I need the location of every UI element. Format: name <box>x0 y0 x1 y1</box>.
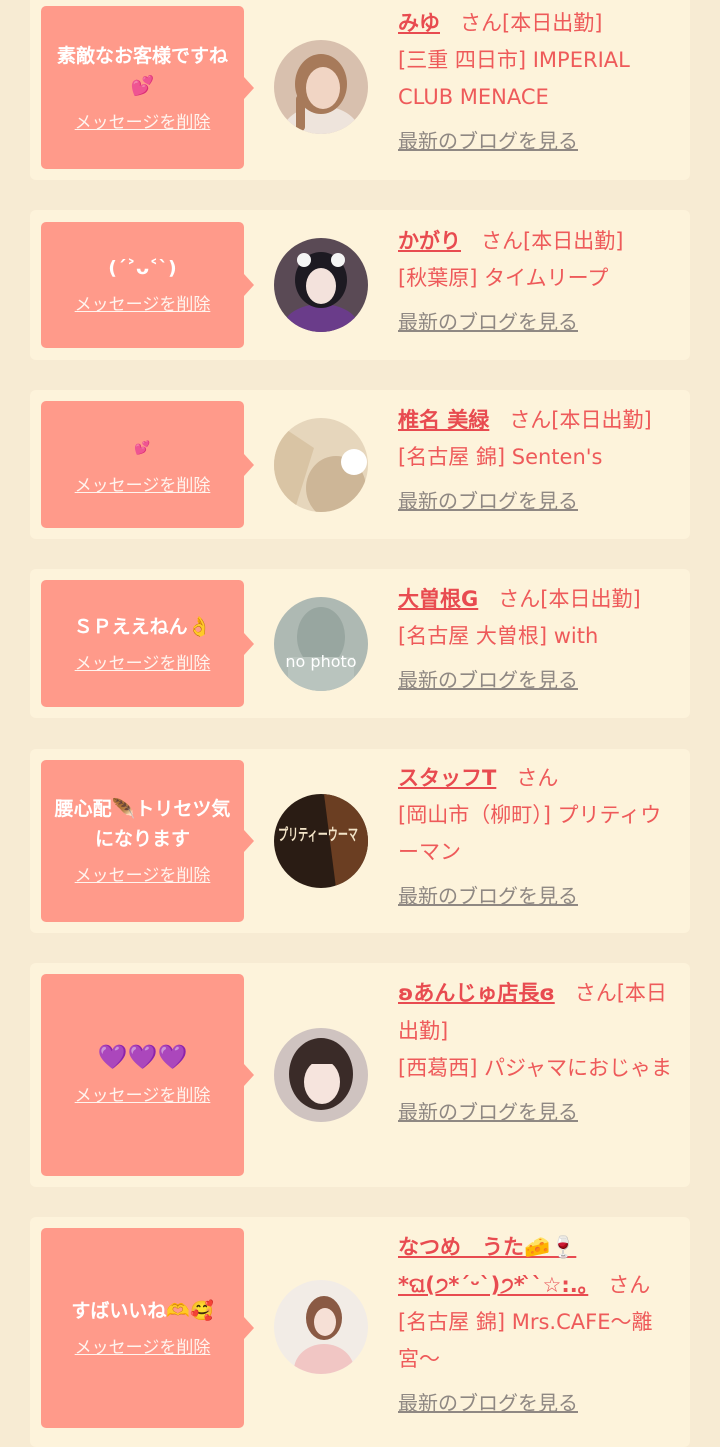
cast-name-link[interactable]: ʚあんじゅ店長ɞ <box>398 981 555 1005</box>
message-text: 💜💜💜 <box>49 1042 236 1074</box>
no-photo-label: no photo <box>285 652 356 671</box>
heart-emoji-icon: 💕 <box>134 441 151 456</box>
avatar[interactable] <box>274 40 368 134</box>
favorite-card: 腰心配🪶トリセツ気になります メッセージを削除 プリティーウーマ スタッフT さん… <box>30 749 690 933</box>
cast-status: さん <box>608 1273 651 1297</box>
message-bubble: 腰心配🪶トリセツ気になります メッセージを削除 <box>41 760 254 922</box>
avatar[interactable]: プリティーウーマ <box>274 794 368 888</box>
cast-name-link[interactable]: スタッフT <box>398 766 496 790</box>
cast-name-link[interactable]: なつめ うた🧀🍷 *ଘ(੭*ˊᵕˋ)੭* ̀ˋ☆:.｡ <box>398 1235 588 1297</box>
message-bubble: (ˊ˃ᴗ˂ˋ) メッセージを削除 <box>41 222 254 348</box>
heart-emoji-icon: 💕 <box>130 74 155 97</box>
latest-blog-link[interactable]: 最新のブログを見る <box>398 1388 578 1418</box>
cast-name-line: なつめ うた🧀🍷 *ଘ(੭*ˊᵕˋ)੭* ̀ˋ☆:.｡ さん <box>398 1228 678 1304</box>
shop-name: [三重 四日市] IMPERIAL CLUB MENACE <box>398 48 630 109</box>
shop-logo-text: プリティーウーマ <box>278 825 358 844</box>
avatar[interactable] <box>274 1280 368 1374</box>
message-text: 腰心配🪶トリセツ気になります <box>54 798 231 850</box>
message-text: すばいいね🫶🥰 <box>71 1300 214 1322</box>
latest-blog-link[interactable]: 最新のブログを見る <box>398 126 578 156</box>
favorite-card: ＳＰええねん👌 メッセージを削除 no photo 大曽根G さん[本日出勤] [… <box>30 569 690 718</box>
avatar[interactable]: no photo <box>274 597 368 691</box>
heart-emoji-icon: 💜💜💜 <box>97 1043 188 1071</box>
avatar[interactable] <box>274 418 368 512</box>
cast-name-link[interactable]: みゆ <box>398 11 440 35</box>
shop-name: [名古屋 錦] Senten's <box>398 445 603 469</box>
message-bubble: 💜💜💜 メッセージを削除 <box>41 974 254 1176</box>
cast-info: 大曽根G さん[本日出勤] [名古屋 大曽根] with 最新のブログを見る <box>398 580 678 695</box>
favorite-card: すばいいね🫶🥰 メッセージを削除 なつめ うた🧀🍷 *ଘ(੭*ˊᵕˋ)੭* ̀ˋ… <box>30 1217 690 1447</box>
latest-blog-link[interactable]: 最新のブログを見る <box>398 665 578 695</box>
avatar[interactable] <box>274 238 368 332</box>
shop-name: [岡山市（柳町）] プリティウーマン <box>398 803 662 864</box>
cast-info: 椎名 美緑 さん[本日出勤] [名古屋 錦] Senten's 最新のブログを見る <box>398 401 678 516</box>
cast-status: さん <box>516 766 559 790</box>
message-bubble: すばいいね🫶🥰 メッセージを削除 <box>41 1228 254 1428</box>
shop-name: [名古屋 錦] Mrs.CAFE〜離宮〜 <box>398 1310 653 1371</box>
heart-hands-icon: 🫶🥰 <box>166 1300 214 1322</box>
message-text: (ˊ˃ᴗ˂ˋ) <box>108 257 177 279</box>
cast-info: なつめ うた🧀🍷 *ଘ(੭*ˊᵕˋ)੭* ̀ˋ☆:.｡ さん [名古屋 錦] Mr… <box>398 1228 678 1418</box>
shop-logo-icon: プリティーウーマ <box>274 794 368 888</box>
shop-name: [秋葉原] タイムリープ <box>398 266 609 290</box>
cast-status: さん[本日出勤] <box>481 229 624 253</box>
cast-name-link[interactable]: 椎名 美緑 <box>398 408 489 432</box>
delete-message-link[interactable]: メッセージを削除 <box>75 293 211 317</box>
cast-name-line: 大曽根G さん[本日出勤] <box>398 580 678 618</box>
cast-name-line: ʚあんじゅ店長ɞ さん[本日出勤] <box>398 974 678 1050</box>
shop-name: [西葛西] パジャマにおじゃま <box>398 1056 673 1080</box>
woman-portrait-icon <box>274 238 368 332</box>
woman-portrait-icon <box>274 418 368 512</box>
message-bubble: 💕 メッセージを削除 <box>41 401 254 528</box>
woman-portrait-icon <box>274 1280 368 1374</box>
latest-blog-link[interactable]: 最新のブログを見る <box>398 307 578 337</box>
message-text: 素敵なお客様ですね💕 <box>56 44 228 97</box>
delete-message-link[interactable]: メッセージを削除 <box>75 111 211 135</box>
cast-name-link[interactable]: かがり <box>398 229 461 253</box>
message-text: 💕 <box>49 431 236 464</box>
cast-status: さん[本日出勤] <box>509 408 652 432</box>
cast-status: さん[本日出勤] <box>460 11 603 35</box>
delete-message-link[interactable]: メッセージを削除 <box>75 474 211 498</box>
delete-message-link[interactable]: メッセージを削除 <box>75 1084 211 1108</box>
cast-name-link[interactable]: 大曽根G <box>398 587 478 611</box>
cast-name-line: スタッフT さん <box>398 759 678 797</box>
ok-hand-icon: 👌 <box>187 615 212 638</box>
cast-name-line: かがり さん[本日出勤] <box>398 222 678 260</box>
woman-portrait-icon <box>274 1028 368 1122</box>
cast-info: みゆ さん[本日出勤] [三重 四日市] IMPERIAL CLUB MENACE… <box>398 4 678 156</box>
favorite-card: 素敵なお客様ですね💕 メッセージを削除 みゆ さん[本日出勤] [三重 四日市] … <box>30 0 690 180</box>
shop-name: [名古屋 大曽根] with <box>398 624 599 648</box>
latest-blog-link[interactable]: 最新のブログを見る <box>398 1097 578 1127</box>
delete-message-link[interactable]: メッセージを削除 <box>75 864 211 888</box>
delete-message-link[interactable]: メッセージを削除 <box>75 1336 211 1360</box>
woman-portrait-icon <box>274 40 368 134</box>
cast-info: かがり さん[本日出勤] [秋葉原] タイムリープ 最新のブログを見る <box>398 222 678 337</box>
cast-status: さん[本日出勤] <box>498 587 641 611</box>
latest-blog-link[interactable]: 最新のブログを見る <box>398 881 578 911</box>
message-text: ＳＰええねん👌 <box>73 615 212 638</box>
message-bubble: 素敵なお客様ですね💕 メッセージを削除 <box>41 6 254 169</box>
favorite-card: (ˊ˃ᴗ˂ˋ) メッセージを削除 かがり さん[本日出勤] [秋葉原] タイムリー… <box>30 210 690 360</box>
cast-name-line: 椎名 美緑 さん[本日出勤] <box>398 401 678 439</box>
favorite-card: 💕 メッセージを削除 椎名 美緑 さん[本日出勤] [名古屋 錦] Senten'… <box>30 390 690 539</box>
favorite-card: 💜💜💜 メッセージを削除 ʚあんじゅ店長ɞ さん[本日出勤] [西葛西] パジャマ… <box>30 963 690 1187</box>
cast-info: ʚあんじゅ店長ɞ さん[本日出勤] [西葛西] パジャマにおじゃま 最新のブログを… <box>398 974 678 1127</box>
message-bubble: ＳＰええねん👌 メッセージを削除 <box>41 580 254 707</box>
cast-info: スタッフT さん [岡山市（柳町）] プリティウーマン 最新のブログを見る <box>398 759 678 911</box>
latest-blog-link[interactable]: 最新のブログを見る <box>398 486 578 516</box>
no-photo-icon: no photo <box>274 597 368 691</box>
cast-name-line: みゆ さん[本日出勤] <box>398 4 678 42</box>
delete-message-link[interactable]: メッセージを削除 <box>75 652 211 676</box>
avatar[interactable] <box>274 1028 368 1122</box>
